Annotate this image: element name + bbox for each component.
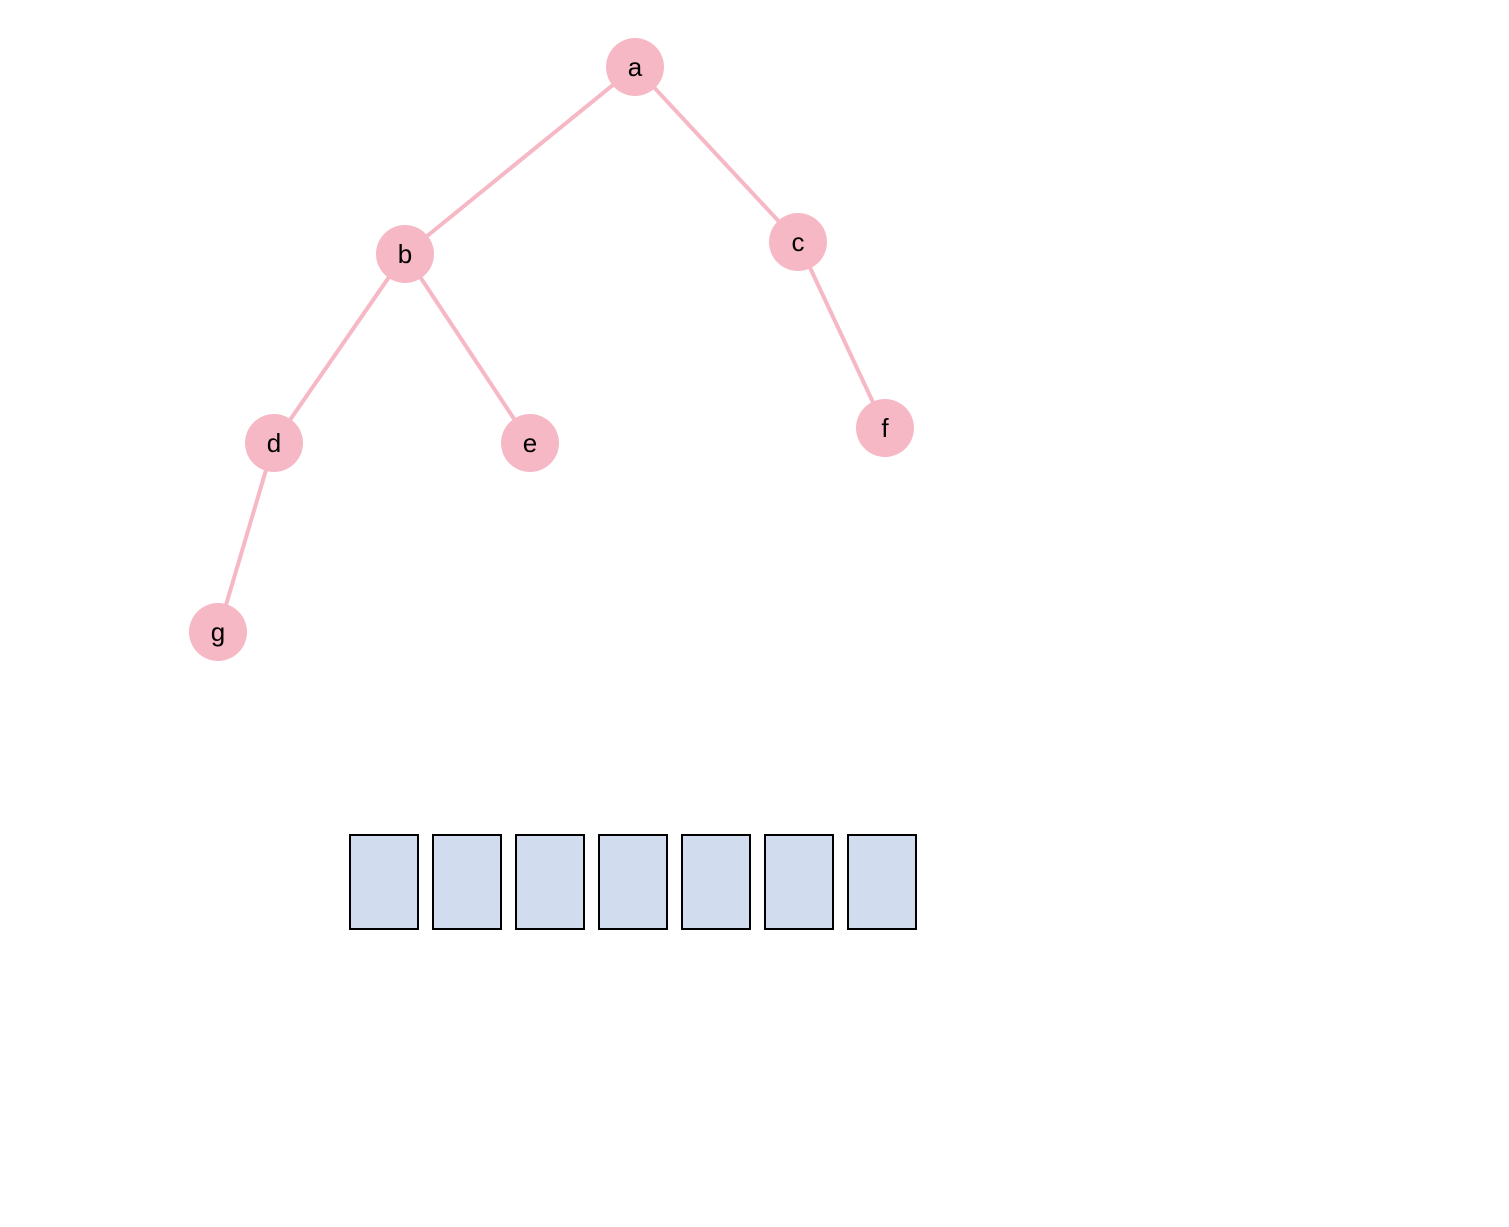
tree-node-c[interactable]: c: [769, 213, 827, 271]
tree-node-a[interactable]: a: [606, 38, 664, 96]
edge-b-d: [274, 254, 405, 443]
tree-node-label: d: [267, 428, 281, 459]
tree-node-e[interactable]: e: [501, 414, 559, 472]
answer-slot[interactable]: [515, 834, 585, 930]
tree-node-label: f: [881, 413, 888, 444]
tree-node-g[interactable]: g: [189, 603, 247, 661]
tree-node-label: g: [211, 617, 225, 648]
answer-slot[interactable]: [847, 834, 917, 930]
answer-slot[interactable]: [432, 834, 502, 930]
answer-slot[interactable]: [349, 834, 419, 930]
answer-slot[interactable]: [764, 834, 834, 930]
tree-node-f[interactable]: f: [856, 399, 914, 457]
answer-slot[interactable]: [681, 834, 751, 930]
tree-node-label: b: [398, 239, 412, 270]
tree-node-label: e: [523, 428, 537, 459]
answer-slot[interactable]: [598, 834, 668, 930]
edge-a-c: [635, 67, 798, 242]
tree-node-d[interactable]: d: [245, 414, 303, 472]
tree-node-label: c: [792, 227, 805, 258]
edge-b-e: [405, 254, 530, 443]
edge-c-f: [798, 242, 885, 428]
answer-slots-row: [349, 834, 917, 930]
edge-a-b: [405, 67, 635, 254]
tree-node-b[interactable]: b: [376, 225, 434, 283]
tree-node-label: a: [628, 52, 642, 83]
